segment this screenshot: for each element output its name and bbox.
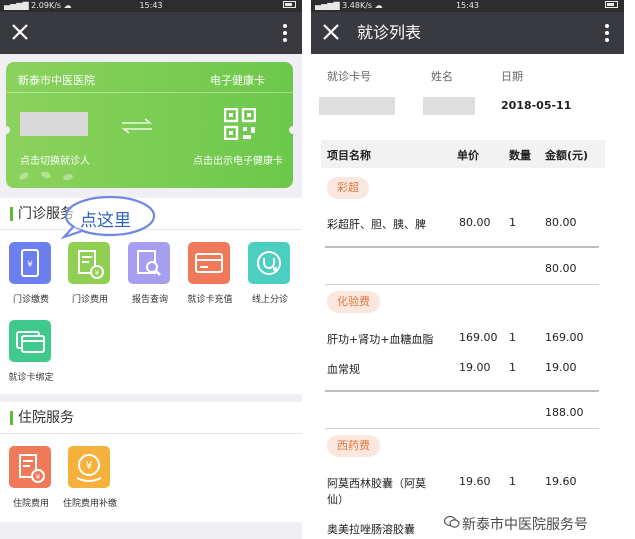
click-here-text: 点这里 xyxy=(80,211,131,231)
hospital-name: 新泰市中医医院 xyxy=(18,74,95,87)
click-here-annotation: 点这里 xyxy=(60,193,156,239)
category-tag: 西药费 xyxy=(327,435,380,457)
card-bind-label: 就诊卡绑定 xyxy=(8,373,54,383)
wechat-icon xyxy=(444,515,460,528)
show-card-hint[interactable]: 点击出示电子健康卡 xyxy=(193,152,283,167)
inpatient-services-section: 住院服务 ¥ 住院费用 ¥ 住院费用补缴 xyxy=(0,402,302,522)
col-amount: 金额(元) xyxy=(545,149,589,162)
close-icon[interactable] xyxy=(10,22,30,42)
close-icon[interactable] xyxy=(321,22,341,42)
card-bind-icon xyxy=(9,320,51,362)
card-recharge-icon xyxy=(188,242,230,284)
more-vertical-icon[interactable] xyxy=(604,23,610,43)
battery-icon xyxy=(605,0,618,12)
patient-name-masked xyxy=(20,112,88,136)
visit-date: 2018-05-11 xyxy=(501,99,572,112)
stethoscope-icon xyxy=(248,242,290,284)
status-bar: ▄▅▆▇ 3.48K/s ☁ 15:43 xyxy=(311,0,624,12)
status-time: 15:43 xyxy=(455,1,480,10)
col-unit-price: 单价 xyxy=(457,149,479,162)
category-tag: 化验费 xyxy=(327,291,380,313)
row-divider xyxy=(325,246,599,248)
subtotal: 80.00 xyxy=(545,262,577,275)
inpatient-fee-supplement-button[interactable]: ¥ 住院费用补缴 xyxy=(60,446,120,516)
category-tag: 彩超 xyxy=(327,177,369,199)
swap-arrows-icon[interactable] xyxy=(120,117,154,135)
online-triage-button[interactable]: 线上分诊 xyxy=(240,242,300,312)
phone-pay-icon: ¥ xyxy=(9,242,51,284)
page-title: 就诊列表 xyxy=(357,23,422,42)
title-bar: 就诊列表 xyxy=(311,12,624,54)
name-label: 姓名 xyxy=(431,70,453,83)
inpatient-services-header: 住院服务 xyxy=(0,402,302,434)
col-item-name: 项目名称 xyxy=(327,149,371,162)
report-query-button[interactable]: 报告查询 xyxy=(120,242,180,312)
inpatient-fee-supplement-label: 住院费用补缴 xyxy=(62,499,117,509)
svg-text:¥: ¥ xyxy=(36,473,41,481)
section-accent-bar xyxy=(10,411,13,425)
fee-doc-icon: ¥ xyxy=(68,242,110,284)
card-notch-left xyxy=(6,126,10,134)
clinic-fee-button[interactable]: ¥ 门诊费用 xyxy=(60,242,120,312)
col-quantity: 数量 xyxy=(509,149,531,162)
card-recharge-button[interactable]: 就诊卡充值 xyxy=(180,242,240,312)
card-no-masked xyxy=(319,97,395,115)
row-divider xyxy=(325,390,599,392)
more-vertical-icon[interactable] xyxy=(282,23,288,43)
status-time: 15:43 xyxy=(139,1,163,10)
visit-list-body: 就诊卡号 姓名 日期 2018-05-11 项目名称 单价 数量 金额(元) 彩… xyxy=(311,54,624,539)
leaf-decoration-icon xyxy=(16,166,86,184)
subtotal: 188.00 xyxy=(545,406,584,419)
report-search-icon xyxy=(128,242,170,284)
svg-text:¥: ¥ xyxy=(27,260,33,270)
card-bind-button[interactable]: 就诊卡绑定 xyxy=(1,320,61,390)
health-card[interactable]: 新泰市中医医院 电子健康卡 点击切换就诊人 点击出示电子健康卡 xyxy=(6,62,293,188)
card-no-label: 就诊卡号 xyxy=(327,70,371,83)
card-notch-right xyxy=(289,126,293,134)
yen-coin-icon: ¥ xyxy=(68,446,110,488)
watermark-text: 新泰市中医院服务号 xyxy=(462,517,588,533)
row-divider xyxy=(325,284,599,285)
title-bar xyxy=(0,12,302,54)
section-accent-bar xyxy=(10,207,13,221)
svg-text:¥: ¥ xyxy=(86,459,93,472)
row-divider xyxy=(325,428,599,429)
switch-patient-hint[interactable]: 点击切换就诊人 xyxy=(20,152,90,167)
right-phone-screen: ▄▅▆▇ 3.48K/s ☁ 15:43 就诊列表 就诊卡号 姓名 日期 201… xyxy=(311,0,624,539)
name-masked xyxy=(423,97,475,115)
card-type: 电子健康卡 xyxy=(210,74,265,87)
inpatient-services-title: 住院服务 xyxy=(18,410,74,426)
qr-code-icon[interactable] xyxy=(223,107,257,141)
online-triage-label: 线上分诊 xyxy=(251,295,288,305)
battery-icon xyxy=(283,0,296,12)
card-divider xyxy=(6,92,293,93)
left-phone-screen: ▄▅▆▇ 2.09K/s ☁ 15:43 新泰市中医医院 电子健康卡 点击切换就… xyxy=(0,0,302,539)
status-bar: ▄▅▆▇ 2.09K/s ☁ 15:43 xyxy=(0,0,302,12)
table-header: 项目名称 单价 数量 金额(元) xyxy=(321,140,605,168)
fee-doc-icon: ¥ xyxy=(9,446,51,488)
date-label: 日期 xyxy=(501,70,523,83)
svg-text:¥: ¥ xyxy=(95,269,100,277)
